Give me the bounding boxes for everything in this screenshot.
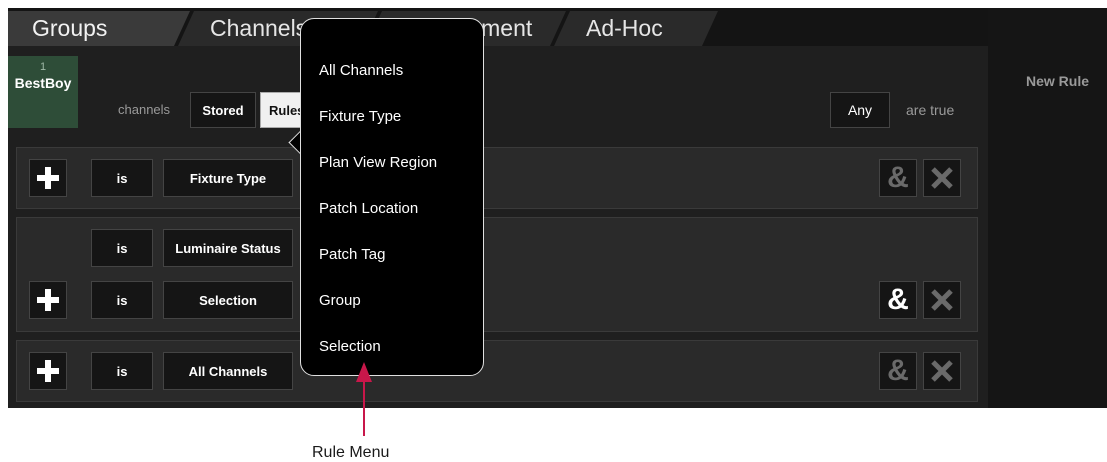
annotation-arrow — [356, 362, 372, 436]
annotation-caption: Rule Menu — [312, 444, 390, 461]
arrow-head — [356, 362, 372, 382]
